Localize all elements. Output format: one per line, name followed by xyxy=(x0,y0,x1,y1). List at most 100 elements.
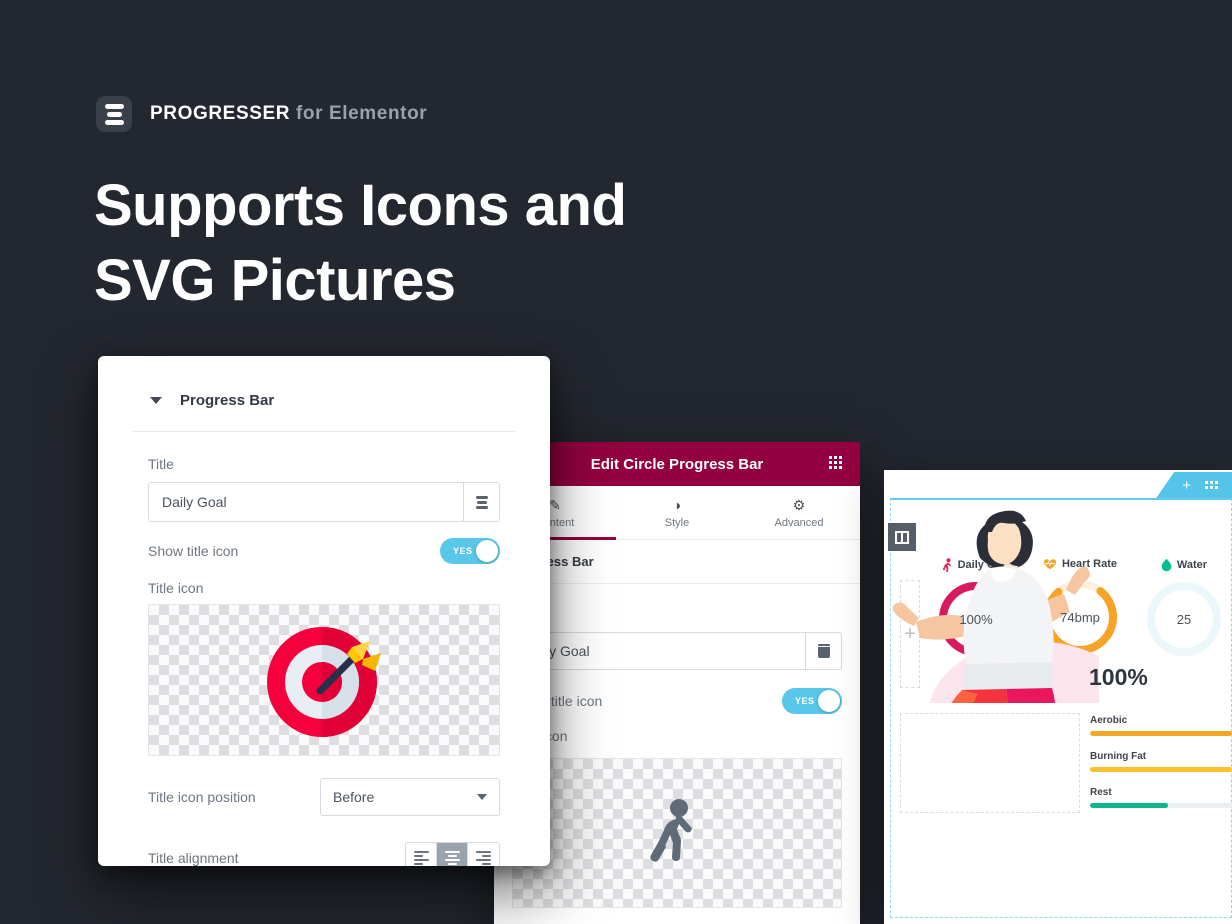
bar-track xyxy=(1090,767,1232,772)
caret-down-icon[interactable] xyxy=(150,397,162,404)
circle-value-daily-goal: 100% xyxy=(959,611,993,627)
circle-title-row: Heart Rate xyxy=(1043,558,1117,570)
progress-ring-daily-goal: 100% xyxy=(937,580,1015,658)
circle-title-label: Water xyxy=(1176,559,1208,571)
tab-advanced[interactable]: ⚙ Advanced xyxy=(738,486,860,539)
bar-label: Rest xyxy=(1090,787,1112,798)
illustration-placeholder[interactable] xyxy=(900,713,1080,813)
circle-widget-heart-rate[interactable]: Heart Rate 74bmp xyxy=(1032,558,1128,656)
circle-title-row: Daily Goal xyxy=(941,558,1012,572)
align-left-button[interactable] xyxy=(406,843,437,866)
section-header-label: Progress Bar xyxy=(180,392,275,409)
stacked-bars-icon xyxy=(96,96,132,132)
progress-ring-heart-rate: 74bmp xyxy=(1041,578,1119,656)
big-percent-label: 100% xyxy=(1089,664,1148,690)
mid-show-title-icon-toggle[interactable]: YES xyxy=(782,688,842,714)
circle-value-heart-rate: 74bmp xyxy=(1060,609,1100,625)
icon-position-row: Title icon position Before xyxy=(148,756,500,832)
circle-value-water: 25 xyxy=(1176,611,1192,627)
chevron-down-icon xyxy=(477,794,487,800)
circle-widget-water[interactable]: Water 25 xyxy=(1136,558,1232,658)
title-input[interactable] xyxy=(149,483,463,521)
mid-title-input-group xyxy=(512,632,842,670)
mid-title-icon-label: Title icon xyxy=(512,728,568,744)
bar-label: Aerobic xyxy=(1090,715,1128,726)
circle-title-label: Heart Rate xyxy=(1061,558,1118,570)
bar-fill xyxy=(1090,731,1232,736)
preview-canvas-body: + Daily Goal 100% Heart Rate 74bmp Water… xyxy=(884,498,1232,924)
trash-icon[interactable] xyxy=(805,633,841,669)
pencil-icon: ✎ xyxy=(549,497,561,513)
headline-line-1: Supports Icons and xyxy=(94,173,627,238)
grid-apps-icon[interactable] xyxy=(829,456,842,469)
show-title-icon-label: Show title icon xyxy=(148,543,239,559)
circle-widget-daily-goal[interactable]: Daily Goal 100% xyxy=(928,558,1024,658)
page-title: Supports Icons and SVG Pictures xyxy=(94,168,627,319)
bar-item[interactable]: Rest xyxy=(1090,787,1232,808)
dartboard-target-icon xyxy=(267,627,381,737)
plus-icon: + xyxy=(904,622,916,645)
brand-name: PROGRESSER xyxy=(150,103,291,124)
alignment-row: Title alignment xyxy=(148,832,500,866)
panel-header-title: Edit Circle Progress Bar xyxy=(590,455,764,473)
title-field-label: Title xyxy=(148,456,174,472)
mid-title-input[interactable] xyxy=(513,633,805,669)
title-input-group xyxy=(148,482,500,522)
grid-dots-icon[interactable] xyxy=(1205,481,1218,489)
bar-track xyxy=(1090,731,1232,736)
section-header[interactable]: Progress Bar xyxy=(98,356,550,431)
show-title-icon-row: Show title icon YES xyxy=(148,522,500,580)
align-right-button[interactable] xyxy=(468,843,499,866)
lower-widgets-row: Aerobic Burning Fat Rest xyxy=(900,713,1232,823)
show-title-icon-toggle[interactable]: YES xyxy=(440,538,500,564)
bar-fill xyxy=(1090,803,1169,808)
bar-fill xyxy=(1090,767,1232,772)
plus-icon[interactable]: + xyxy=(1182,478,1191,493)
title-icon-preview[interactable] xyxy=(148,604,500,756)
bar-label: Burning Fat xyxy=(1090,751,1147,762)
toggle-state-label: YES xyxy=(453,546,473,556)
brand-logo-row: PROGRESSER for Elementor xyxy=(96,96,427,132)
heart-pulse-icon xyxy=(1043,559,1057,570)
icon-position-value: Before xyxy=(333,789,375,805)
mid-show-title-icon-row: Show title icon YES xyxy=(512,670,842,714)
bar-item[interactable]: Burning Fat xyxy=(1090,751,1232,772)
tab-style[interactable]: ◑ Style xyxy=(616,486,738,539)
circle-title-label: Daily Goal xyxy=(957,559,1012,571)
tab-style-label: Style xyxy=(664,517,690,529)
progress-bars-list: Aerobic Burning Fat Rest xyxy=(1090,713,1232,823)
divider xyxy=(132,431,516,432)
elementor-preview-canvas: + + Daily Goal 100% Heart Rate 74bmp Wat… xyxy=(884,470,1232,924)
toggle-knob xyxy=(476,540,498,562)
bar-item[interactable]: Aerobic xyxy=(1090,715,1232,736)
water-drop-icon xyxy=(1161,558,1172,572)
bar-track xyxy=(1090,803,1232,808)
headline-line-2: SVG Pictures xyxy=(94,248,456,314)
icon-position-label: Title icon position xyxy=(148,789,256,805)
brand-suffix: for Elementor xyxy=(295,103,428,124)
walking-person-icon xyxy=(650,799,692,862)
section-toolbar: + xyxy=(1156,472,1232,498)
alignment-button-group xyxy=(405,842,500,866)
tab-advanced-label: Advanced xyxy=(774,517,824,529)
mid-icon-position-row: Title icon position Before xyxy=(512,908,842,924)
progress-bar-settings-panel: Progress Bar Title Show title icon YES T… xyxy=(98,356,550,866)
mid-title-icon-preview[interactable] xyxy=(512,758,842,908)
icon-position-select[interactable]: Before xyxy=(320,778,500,816)
progress-ring-water: 25 xyxy=(1145,580,1223,658)
title-icon-label: Title icon xyxy=(148,580,204,596)
column-layout-icon[interactable] xyxy=(888,523,916,551)
brand-title: PROGRESSER for Elementor xyxy=(150,103,427,125)
align-center-button[interactable] xyxy=(437,843,468,866)
circle-title-row: Water xyxy=(1161,558,1207,572)
running-person-icon xyxy=(942,558,951,572)
alignment-label: Title alignment xyxy=(148,850,239,866)
stack-database-icon[interactable] xyxy=(463,483,499,521)
gear-icon: ⚙ xyxy=(792,497,806,513)
title-field: Title xyxy=(98,456,550,522)
contrast-circle-icon: ◑ xyxy=(672,497,682,513)
toggle-knob xyxy=(818,690,840,712)
add-widget-placeholder[interactable]: + xyxy=(900,580,920,688)
mid-toggle-state: YES xyxy=(795,696,815,706)
circle-widgets-row: + Daily Goal 100% Heart Rate 74bmp Water… xyxy=(900,558,1232,688)
